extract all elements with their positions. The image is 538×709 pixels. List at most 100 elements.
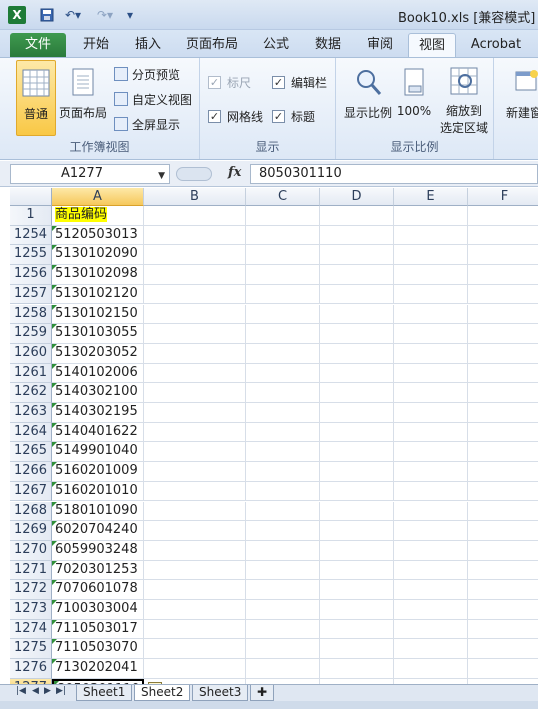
cell-empty[interactable] bbox=[246, 422, 320, 442]
cell-empty[interactable] bbox=[394, 343, 468, 363]
cell-empty[interactable] bbox=[394, 284, 468, 304]
page-break-preview-button[interactable]: 分页预览 bbox=[114, 64, 180, 84]
prev-sheet-icon[interactable]: ◀ bbox=[32, 686, 39, 696]
cell-empty[interactable] bbox=[394, 540, 468, 560]
cell-empty[interactable] bbox=[468, 561, 538, 580]
cell-empty[interactable] bbox=[394, 403, 468, 422]
cell-empty[interactable] bbox=[246, 540, 320, 560]
cell-empty[interactable] bbox=[144, 540, 246, 560]
next-sheet-icon[interactable]: ▶ bbox=[44, 686, 51, 696]
cell-empty[interactable] bbox=[320, 580, 394, 599]
cell-product-code[interactable]: 5130102090 bbox=[52, 245, 144, 265]
new-window-button[interactable]: 新建窗 bbox=[498, 60, 538, 136]
cell-empty[interactable] bbox=[394, 619, 468, 639]
cell-empty[interactable] bbox=[144, 324, 246, 343]
cell-empty[interactable] bbox=[246, 383, 320, 402]
cell-empty[interactable] bbox=[468, 226, 538, 245]
cell-empty[interactable] bbox=[144, 363, 246, 383]
row-header[interactable]: 1274 bbox=[10, 619, 52, 640]
cell-product-code[interactable]: 6059903248 bbox=[52, 540, 144, 560]
cell-empty[interactable] bbox=[468, 265, 538, 284]
row-header[interactable]: 1264 bbox=[10, 422, 52, 443]
cell-product-code[interactable]: 5149901040 bbox=[52, 442, 144, 462]
cell-product-code[interactable]: 5130102150 bbox=[52, 304, 144, 324]
cell-empty[interactable] bbox=[468, 285, 538, 304]
cell-empty[interactable] bbox=[246, 600, 320, 619]
cell-empty[interactable] bbox=[320, 560, 394, 580]
cell-empty[interactable] bbox=[468, 245, 538, 264]
cell-empty[interactable] bbox=[246, 442, 320, 462]
cell-empty[interactable] bbox=[144, 343, 246, 363]
formula-bar-checkbox[interactable]: ✓ 编辑栏 bbox=[272, 72, 327, 92]
cell-empty[interactable] bbox=[394, 324, 468, 343]
cell-empty[interactable] bbox=[468, 364, 538, 383]
row-header[interactable]: 1266 bbox=[10, 462, 52, 482]
cell-empty[interactable] bbox=[246, 304, 320, 324]
cell-empty[interactable] bbox=[394, 265, 468, 284]
cell-empty[interactable] bbox=[468, 305, 538, 324]
cell-empty[interactable] bbox=[246, 225, 320, 245]
header-cell-product-code[interactable]: 商品编码 bbox=[52, 206, 144, 225]
undo-icon[interactable]: ↶▾ bbox=[60, 6, 86, 24]
gridlines-checkbox[interactable]: ✓ 网格线 bbox=[208, 106, 263, 126]
cell-empty[interactable] bbox=[144, 403, 246, 422]
cell-product-code[interactable]: 5120503013 bbox=[52, 225, 144, 245]
cell-product-code[interactable]: 7100303004 bbox=[52, 600, 144, 619]
cell-empty[interactable] bbox=[320, 363, 394, 383]
tab-view[interactable]: 视图 bbox=[408, 33, 456, 57]
row-header[interactable]: 1270 bbox=[10, 540, 52, 561]
normal-view-button[interactable]: 普通 bbox=[16, 60, 56, 136]
tab-acrobat[interactable]: Acrobat bbox=[466, 33, 526, 57]
insert-sheet-icon[interactable]: ✚ bbox=[250, 685, 274, 701]
sheet-tab-sheet2[interactable]: Sheet2 bbox=[134, 685, 191, 701]
cell-empty[interactable] bbox=[320, 659, 394, 678]
cell-empty[interactable] bbox=[394, 462, 468, 481]
row-header[interactable]: 1269 bbox=[10, 521, 52, 541]
cell-empty[interactable] bbox=[144, 659, 246, 678]
headings-checkbox[interactable]: ✓ 标题 bbox=[272, 106, 315, 126]
cell-empty[interactable] bbox=[246, 324, 320, 343]
cell-empty[interactable] bbox=[394, 659, 468, 678]
row-header[interactable]: 1 bbox=[10, 206, 52, 226]
cell-product-code[interactable]: 5140401622 bbox=[52, 422, 144, 442]
cell-product-code[interactable]: 5160201009 bbox=[52, 462, 144, 481]
cell-empty[interactable] bbox=[246, 284, 320, 304]
cell-empty[interactable] bbox=[468, 442, 538, 461]
cell-empty[interactable] bbox=[394, 383, 468, 402]
row-header[interactable]: 1263 bbox=[10, 403, 52, 423]
cell-empty[interactable] bbox=[144, 560, 246, 580]
cell-empty[interactable] bbox=[468, 344, 538, 363]
sheet-tab-sheet1[interactable]: Sheet1 bbox=[76, 685, 133, 701]
worksheet-grid[interactable]: ABCDEF 1 商品编码 1254 5120503013 1255 5130102090… bbox=[10, 188, 538, 684]
cell-empty[interactable] bbox=[394, 560, 468, 580]
cell-empty[interactable] bbox=[320, 383, 394, 402]
cell-empty[interactable] bbox=[394, 639, 468, 659]
select-all-corner[interactable] bbox=[10, 188, 52, 206]
row-header[interactable]: 1261 bbox=[10, 363, 52, 384]
cell-empty[interactable] bbox=[144, 442, 246, 462]
cell-empty[interactable] bbox=[320, 403, 394, 422]
cell-empty[interactable] bbox=[468, 403, 538, 422]
cell-empty[interactable] bbox=[246, 265, 320, 284]
tab-formulas[interactable]: 公式 bbox=[258, 33, 294, 57]
cell-empty[interactable] bbox=[320, 304, 394, 324]
cell-empty[interactable] bbox=[144, 462, 246, 481]
cell-product-code[interactable]: 5130103055 bbox=[52, 324, 144, 343]
column-header-f[interactable]: F bbox=[468, 188, 538, 206]
cell-empty[interactable] bbox=[320, 265, 394, 284]
cell-empty[interactable] bbox=[144, 265, 246, 284]
last-sheet-icon[interactable]: ▶| bbox=[56, 686, 66, 696]
cell-empty[interactable] bbox=[394, 363, 468, 383]
cell-empty[interactable] bbox=[144, 383, 246, 402]
cell-product-code[interactable]: 5130102120 bbox=[52, 284, 144, 304]
first-sheet-icon[interactable]: |◀ bbox=[16, 686, 26, 696]
cell-empty[interactable] bbox=[246, 363, 320, 383]
cell-empty[interactable] bbox=[144, 600, 246, 619]
zoom-100-button[interactable]: 100% bbox=[396, 60, 432, 136]
cell-product-code[interactable]: 7110503070 bbox=[52, 639, 144, 659]
cell-empty[interactable] bbox=[144, 580, 246, 599]
cell-empty[interactable] bbox=[394, 501, 468, 521]
ruler-checkbox[interactable]: ✓ 标尺 bbox=[208, 72, 251, 92]
cell-product-code[interactable]: 5130102098 bbox=[52, 265, 144, 284]
cell-product-code[interactable]: 5180101090 bbox=[52, 501, 144, 521]
